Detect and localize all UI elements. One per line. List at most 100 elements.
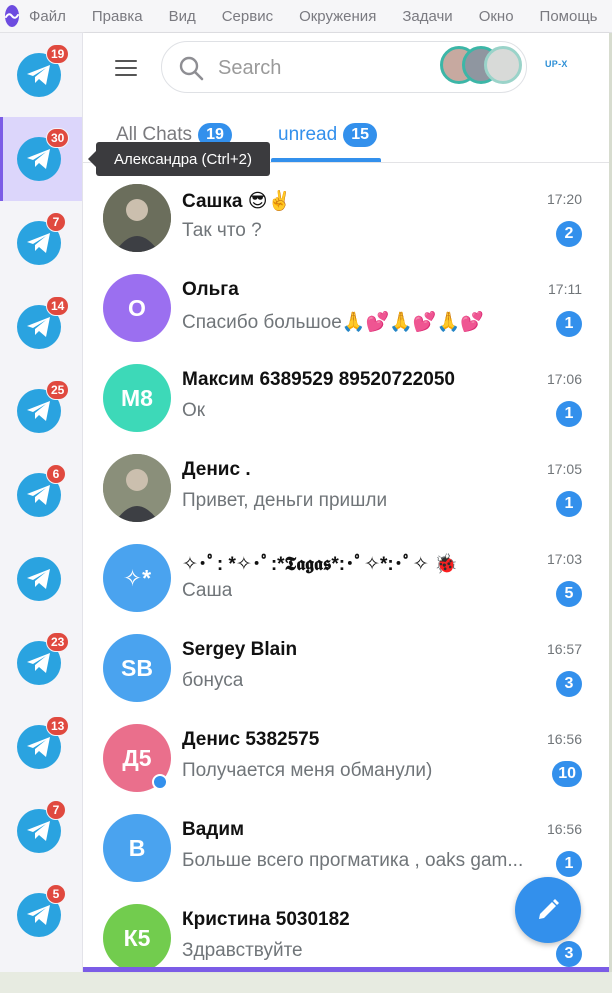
avatar-initials: ✧* (122, 564, 152, 591)
chat-avatar: ✧* (103, 544, 171, 612)
active-tab-indicator (271, 158, 381, 162)
account-item[interactable] (0, 537, 82, 621)
tab-unread-count: 15 (343, 123, 378, 147)
menu-bar: Файл Правка Вид Сервис Окружения Задачи … (0, 0, 612, 33)
chat-avatar: SB (103, 634, 171, 702)
unread-count-badge: 5 (556, 581, 582, 607)
chat-avatar: О (103, 274, 171, 342)
chat-time: 16:57 (546, 641, 582, 657)
account-item[interactable]: 25 (0, 369, 82, 453)
menu-service[interactable]: Сервис (222, 8, 273, 25)
unread-badge: 5 (46, 884, 66, 904)
account-item[interactable]: 14 (0, 285, 82, 369)
account-item[interactable]: 7 (0, 201, 82, 285)
chat-preview: Получается меня обманули) (182, 760, 433, 781)
menu-file[interactable]: Файл (29, 8, 66, 25)
search-icon (179, 56, 204, 81)
chat-name: Кристина 5030182 (182, 909, 350, 930)
chat-name: ✧･ﾟ: *✧･ﾟ:*𝕿𝖆𝖌𝖆𝖘*:･ﾟ✧*:･ﾟ✧ 🐞 (182, 554, 458, 575)
unread-count-badge: 10 (552, 761, 582, 787)
chat-time: 17:20 (546, 191, 582, 207)
chat-time: 16:56 (546, 731, 582, 747)
chat-preview: Ок (182, 400, 206, 421)
unread-badge: 6 (46, 464, 66, 484)
account-item[interactable]: 30 (0, 117, 82, 201)
search-bar[interactable] (161, 41, 527, 93)
unread-badge: 7 (46, 800, 66, 820)
chat-preview: Здравствуйте (182, 940, 303, 961)
menu-window[interactable]: Окно (479, 8, 514, 25)
account-rail: 19 30 7 14 25 6 23 13 7 5 (0, 33, 83, 972)
chat-row[interactable]: Сашка 😎✌️ Так что ? 17:20 2 (83, 183, 609, 273)
tab-unread[interactable]: unread 15 (278, 123, 378, 147)
unread-count-badge: 3 (556, 671, 582, 697)
unread-count-badge: 1 (556, 491, 582, 517)
search-input[interactable] (216, 54, 420, 82)
chat-preview: Привет, деньги пришли (182, 490, 388, 511)
chat-name: Ольга (182, 279, 239, 300)
chat-name: Сашка 😎✌️ (182, 191, 292, 212)
panel-bottom-bar (83, 967, 609, 972)
chat-row[interactable]: ✧* ✧･ﾟ: *✧･ﾟ:*𝕿𝖆𝖌𝖆𝖘*:･ﾟ✧*:･ﾟ✧ 🐞 Саша 17:03 5 (83, 543, 609, 633)
menu-tasks[interactable]: Задачи (402, 8, 452, 25)
unread-count-badge: 1 (556, 851, 582, 877)
menu-help[interactable]: Помощь (540, 8, 598, 25)
unread-badge: 30 (46, 128, 70, 148)
account-item[interactable]: 6 (0, 453, 82, 537)
avatar-initials: О (128, 294, 146, 321)
account-item[interactable]: 13 (0, 705, 82, 789)
story-avatar[interactable] (484, 46, 522, 84)
chat-avatar: В (103, 814, 171, 882)
chat-avatar: К5 (103, 904, 171, 972)
telegram-icon (17, 557, 61, 601)
chat-row[interactable]: Д5 Денис 5382575 Получается меня обманули)… (83, 723, 609, 813)
avatar-initials: В (128, 834, 146, 861)
chat-time: 17:11 (548, 281, 582, 297)
avatar-initials: Д5 (122, 744, 152, 771)
chat-time: 16:56 (546, 821, 582, 837)
chat-avatar (103, 454, 171, 522)
compose-button[interactable] (515, 877, 581, 943)
chat-time: 17:06 (546, 371, 582, 387)
chat-row[interactable]: О Ольга Спасибо большое🙏💕🙏💕🙏💕 17:11 1 (83, 273, 609, 363)
pencil-icon (539, 899, 559, 919)
account-item[interactable]: 7 (0, 789, 82, 873)
chat-time: 17:03 (546, 551, 582, 567)
stories[interactable] (440, 46, 524, 88)
chat-time: 17:05 (546, 461, 582, 477)
chat-preview: Саша (182, 580, 233, 601)
menu-edit[interactable]: Правка (92, 8, 143, 25)
menu-environments[interactable]: Окружения (299, 8, 376, 25)
unread-count-badge: 1 (556, 311, 582, 337)
chat-avatar: М8 (103, 364, 171, 432)
unread-count-badge: 1 (556, 401, 582, 427)
menu-view[interactable]: Вид (169, 8, 196, 25)
chat-preview: Больше всего прогматика , oaks gam... (182, 850, 524, 871)
unread-badge: 13 (46, 716, 70, 736)
app-logo-icon[interactable] (5, 5, 19, 27)
chat-preview: Так что ? (182, 220, 262, 241)
unread-count-badge: 3 (556, 941, 582, 967)
unread-badge: 23 (46, 632, 70, 652)
chat-row[interactable]: М8 Максим 6389529 89520722050 Ок 17:06 1 (83, 363, 609, 453)
chat-row[interactable]: SB Sergey Blain бонуса 16:57 3 (83, 633, 609, 723)
account-item[interactable]: 23 (0, 621, 82, 705)
chat-name: Максим 6389529 89520722050 (182, 369, 455, 390)
avatar-initials: SB (121, 654, 153, 681)
avatar-initials: К5 (123, 924, 151, 951)
account-tooltip: Александра (Ctrl+2) (88, 142, 270, 176)
unread-count-badge: 2 (556, 221, 582, 247)
account-item[interactable]: 5 (0, 873, 82, 957)
unread-badge: 14 (46, 296, 70, 316)
chat-row[interactable]: Денис . Привет, деньги пришли 17:05 1 (83, 453, 609, 543)
menu-icon[interactable] (113, 58, 139, 78)
unread-badge: 19 (46, 44, 70, 64)
chat-avatar (103, 184, 171, 252)
chat-name: Денис 5382575 (182, 729, 320, 750)
chat-preview: бонуса (182, 670, 244, 691)
brand-logo: UP-X (545, 59, 568, 69)
account-item[interactable]: 19 (0, 33, 82, 117)
online-indicator (152, 774, 168, 790)
chat-name: Sergey Blain (182, 639, 298, 660)
chat-name: Вадим (182, 819, 245, 840)
